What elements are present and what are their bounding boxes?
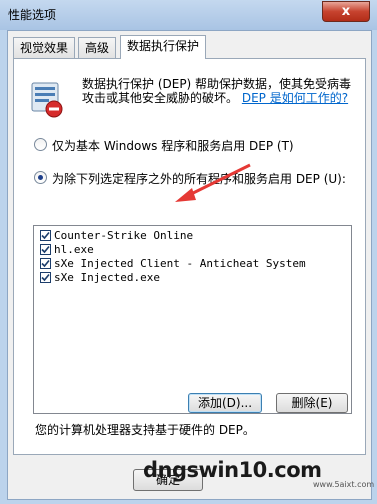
tab-dep[interactable]: 数据执行保护: [120, 35, 207, 59]
performance-options-window: 性能选项 x 视觉效果 高级 数据执行保护 数据执行保护 (DEP) 帮助保护数…: [0, 0, 377, 504]
tab-label: 数据执行保护: [127, 39, 200, 53]
watermark-small-text: www.5aixt.com: [313, 480, 375, 489]
watermark-text: dngswin10.com: [143, 458, 322, 482]
annotation-arrow-icon: [175, 163, 251, 202]
